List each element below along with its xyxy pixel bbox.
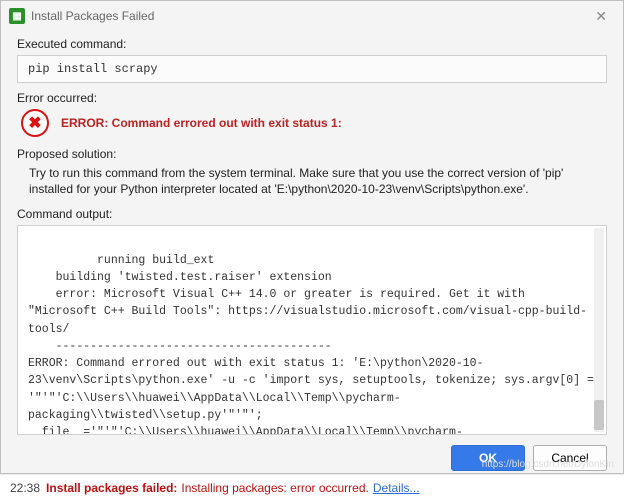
error-row: ✖ ERROR: Command errored out with exit s… [17, 109, 607, 137]
error-occurred-label: Error occurred: [17, 91, 607, 105]
command-output-text: running build_ext building 'twisted.test… [28, 254, 601, 436]
proposed-solution-label: Proposed solution: [17, 147, 607, 161]
status-details-link[interactable]: Details... [373, 481, 420, 495]
status-text: Installing packages: error occurred. [181, 481, 368, 495]
status-title: Install packages failed: [46, 481, 177, 495]
close-icon[interactable]: ✕ [587, 4, 615, 29]
error-text: ERROR: Command errored out with exit sta… [61, 116, 342, 130]
titlebar: ▦ Install Packages Failed ✕ [1, 1, 623, 31]
app-icon: ▦ [9, 8, 25, 24]
command-output-box: running build_ext building 'twisted.test… [17, 225, 607, 435]
status-time: 22:38 [10, 481, 40, 495]
dialog-title: Install Packages Failed [31, 9, 154, 23]
scrollbar-thumb[interactable] [594, 400, 604, 430]
dialog: ▦ Install Packages Failed ✕ Executed com… [0, 0, 624, 474]
status-bar: 22:38 Install packages failed: Installin… [0, 474, 624, 500]
proposed-solution-text: Try to run this command from the system … [29, 165, 603, 197]
watermark: https://blog.csdn.net/DylonKin [482, 459, 614, 470]
dialog-content: Executed command: pip install scrapy Err… [1, 31, 623, 435]
error-icon: ✖ [21, 109, 49, 137]
executed-command-label: Executed command: [17, 37, 607, 51]
command-output-label: Command output: [17, 207, 607, 221]
executed-command-box: pip install scrapy [17, 55, 607, 83]
